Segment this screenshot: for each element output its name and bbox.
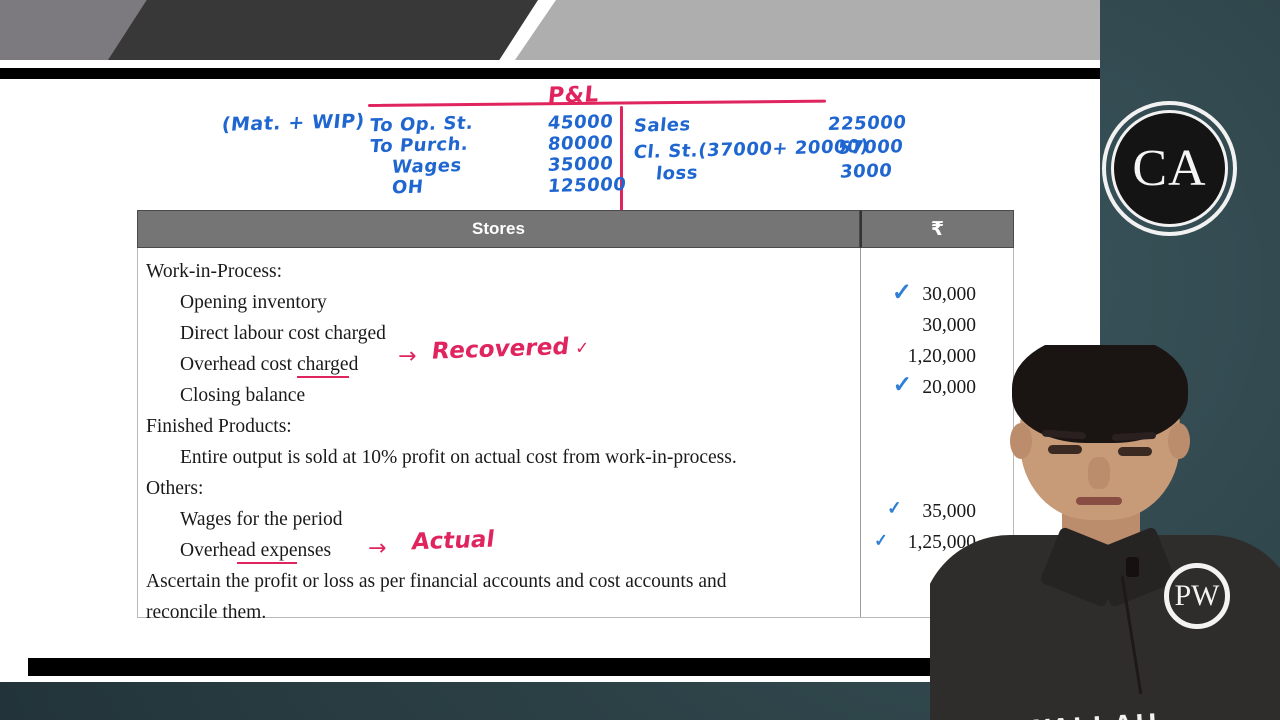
presenter-eye-right xyxy=(1118,447,1152,456)
presenter-mouth xyxy=(1076,497,1122,505)
arrow-icon-actual: → xyxy=(368,536,387,561)
handwriting-debit-amounts: 45000 80000 35000 125000 xyxy=(546,111,628,198)
table-row: Entire output is sold at 10% profit on a… xyxy=(180,446,737,468)
banner-band-dark xyxy=(108,0,538,60)
presenter-eye-left xyxy=(1048,445,1082,454)
table-label-column: Work-in-Process: Opening inventory Direc… xyxy=(138,248,861,623)
presenter-ear-left xyxy=(1010,423,1032,459)
handwriting-pl-title: P&L xyxy=(546,82,601,109)
banner-band-gray-right xyxy=(515,0,1100,60)
presenter-nose xyxy=(1088,457,1110,489)
check-mark-icon: ✓ xyxy=(873,530,889,551)
stores-table: Stores ₹ Work-in-Process: Opening invent… xyxy=(137,210,1014,623)
table-row: Opening inventory xyxy=(180,291,327,313)
annotation-actual: Actual xyxy=(410,526,497,556)
underlined-ad-expe: ad expe xyxy=(237,539,298,564)
pw-logo-text: PW xyxy=(1174,579,1220,612)
check-mark-icon: ✓ xyxy=(574,338,590,359)
slide-top-banner xyxy=(0,0,1100,60)
ca-logo-text: CA xyxy=(1132,139,1207,197)
amount-cell: 30,000 xyxy=(922,314,976,336)
table-header-stores: Stores xyxy=(137,210,860,248)
handwriting-debit-labels: To Op. St. To Purch. Wages OH xyxy=(368,112,475,199)
check-mark-icon: ✓ xyxy=(892,372,912,397)
table-row: Work-in-Process: xyxy=(146,260,282,282)
table-row: Closing balance xyxy=(180,384,306,406)
lapel-microphone-icon xyxy=(1126,557,1139,577)
banner-divider-bar xyxy=(0,68,1100,79)
presenter-video: PW CA WALLAH xyxy=(930,345,1280,720)
table-row-overhead-expenses: Overhead expenses xyxy=(146,535,860,566)
ca-logo: CA xyxy=(1102,101,1237,236)
table-header-rupee: ₹ xyxy=(860,210,1014,248)
underlined-charge: charge xyxy=(296,353,349,378)
pw-logo: PW xyxy=(1164,563,1230,629)
table-row: Others: xyxy=(146,477,204,499)
table-row: Wages for the period xyxy=(180,508,343,530)
amount-cell: ✓ 30,000 xyxy=(891,280,976,306)
handwriting-credit-amounts: 225000 57000 3000 xyxy=(826,111,908,183)
amount-spacer xyxy=(861,248,1013,279)
table-body: Work-in-Process: Opening inventory Direc… xyxy=(137,248,1014,623)
presenter-hair xyxy=(1012,345,1188,443)
table-row: reconcile them. xyxy=(146,601,267,623)
handwriting-mat-wip-label: (Mat. + WIP) xyxy=(220,110,366,136)
ca-logo-inner-disc: CA xyxy=(1111,110,1228,227)
arrow-icon-recovered: → xyxy=(398,344,417,369)
table-row: Ascertain the profit or loss as per fina… xyxy=(146,570,727,592)
check-mark-icon: ✓ xyxy=(886,497,903,519)
table-header-row: Stores ₹ xyxy=(137,210,1014,248)
presenter-ear-right xyxy=(1168,423,1190,459)
video-stage: (Mat. + WIP) P&L To Op. St. To Purch. Wa… xyxy=(0,0,1280,720)
check-mark-icon: ✓ xyxy=(891,280,912,306)
table-row: Finished Products: xyxy=(146,415,292,437)
